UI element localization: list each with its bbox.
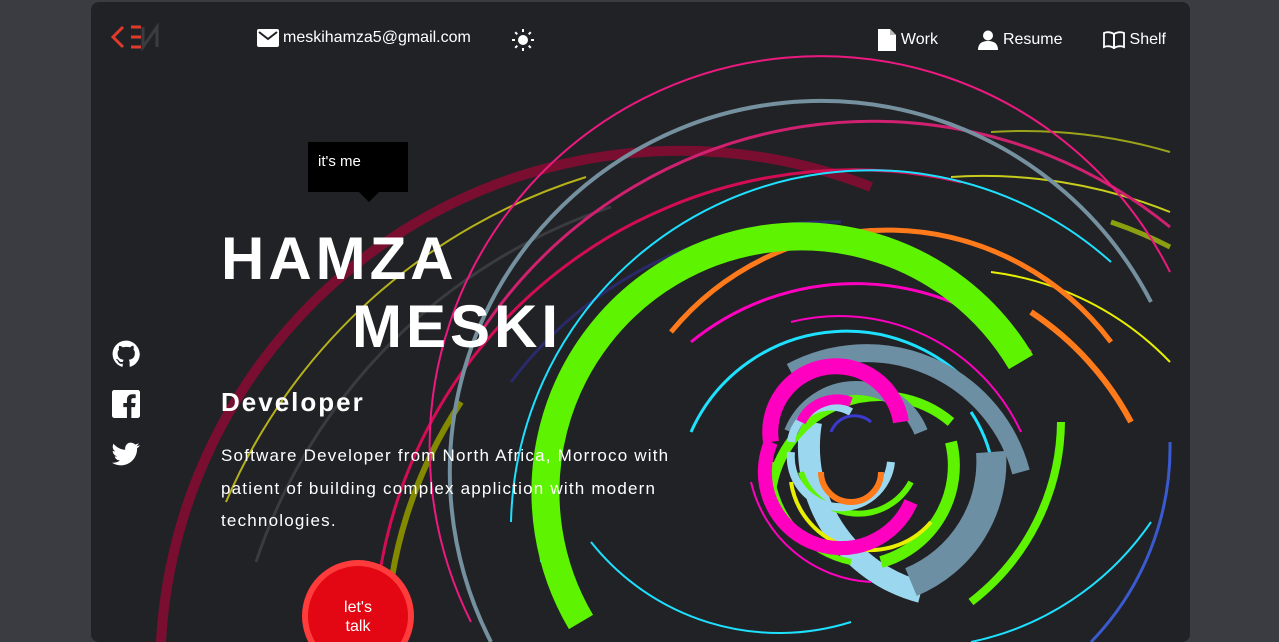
email-text: meskihamza5@gmail.com <box>283 29 471 46</box>
mail-icon <box>257 29 279 47</box>
document-icon <box>877 29 896 51</box>
github-link[interactable] <box>112 340 140 368</box>
lets-talk-label: let's talk <box>344 599 372 635</box>
tooltip-arrow <box>359 192 379 202</box>
logo-icon[interactable] <box>111 22 159 52</box>
page-card: meskihamza5@gmail.com Work Resume Shelf … <box>91 2 1190 642</box>
twitter-icon <box>112 442 140 466</box>
nav-resume[interactable]: Resume <box>977 29 1063 51</box>
its-me-tooltip: it's me <box>308 142 408 192</box>
role-title: Developer <box>221 387 365 417</box>
sun-icon[interactable] <box>511 28 535 52</box>
book-icon <box>1102 31 1125 49</box>
facebook-link[interactable] <box>112 390 140 418</box>
first-name-heading: HAMZA <box>221 225 458 292</box>
spiral-artwork <box>156 55 1172 642</box>
nav-work[interactable]: Work <box>877 29 938 51</box>
twitter-link[interactable] <box>112 440 140 468</box>
user-icon <box>977 30 998 50</box>
github-icon <box>112 340 140 367</box>
nav-shelf[interactable]: Shelf <box>1102 29 1166 51</box>
facebook-icon <box>112 390 140 418</box>
nav-shelf-label: Shelf <box>1129 31 1166 48</box>
nav-resume-label: Resume <box>1002 31 1063 48</box>
email-link[interactable]: meskihamza5@gmail.com <box>257 29 471 47</box>
social-links <box>112 340 140 468</box>
bio-text: Software Developer from North Africa, Mo… <box>221 446 670 530</box>
main-nav: Work Resume Shelf <box>877 29 1166 51</box>
nav-work-label: Work <box>900 31 938 48</box>
last-name-heading: MESKI <box>352 293 563 360</box>
